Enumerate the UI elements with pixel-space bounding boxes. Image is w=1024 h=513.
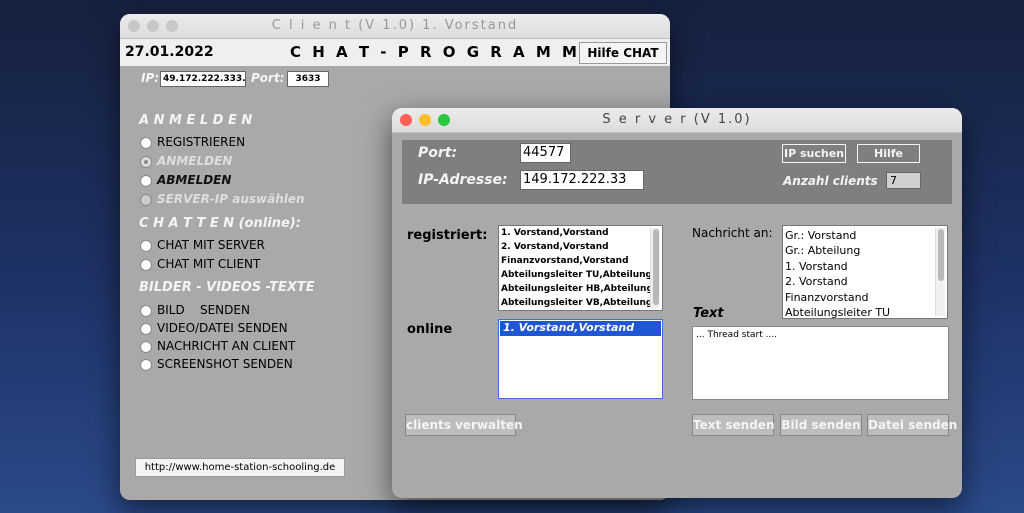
list-item[interactable]: 1. Vorstand,Vorstand <box>503 321 634 334</box>
server-ip-label: IP-Adresse: <box>418 172 508 188</box>
option-message-client-label[interactable]: NACHRICHT AN CLIENT <box>157 339 295 353</box>
list-item[interactable]: 2. Vorstand,Vorstand <box>501 242 609 252</box>
radio-login[interactable] <box>140 156 152 168</box>
server-titlebar[interactable]: S e r v e r (V 1.0) <box>392 108 962 133</box>
list-item[interactable]: 2. Vorstand <box>785 275 848 288</box>
list-item[interactable]: Abteilungsleiter TU,Abteilung <box>501 270 652 280</box>
client-titlebar[interactable]: C l i e n t (V 1.0) 1. Vorstand <box>120 14 670 39</box>
client-ip-label: IP: <box>141 71 160 85</box>
option-chat-client-label[interactable]: CHAT MIT CLIENT <box>157 257 260 271</box>
radio-screenshot[interactable] <box>140 359 152 371</box>
client-url-link[interactable]: http://www.home-station-schooling.de <box>135 458 345 477</box>
client-date: 27.01.2022 <box>125 44 214 60</box>
ip-search-button[interactable]: IP suchen <box>782 144 846 163</box>
section-login-heading: A N M E L D E N <box>139 113 253 128</box>
registered-label: registriert: <box>407 228 488 243</box>
clients-count-field: 7 <box>886 172 921 189</box>
list-item[interactable]: Finanzvorstand,Vorstand <box>501 256 629 266</box>
message-text-area[interactable]: ... Thread start .... <box>692 326 949 400</box>
client-help-button[interactable]: Hilfe CHAT <box>579 42 667 64</box>
client-port-field[interactable]: 3633 <box>287 71 329 87</box>
send-text-button[interactable]: Text senden <box>692 414 774 436</box>
radio-send-video[interactable] <box>140 323 152 335</box>
text-label: Text <box>693 306 724 321</box>
list-item[interactable]: Finanzvorstand <box>785 291 869 304</box>
section-chat-heading: C H A T T E N (online): <box>139 216 301 231</box>
server-help-button[interactable]: Hilfe <box>857 144 920 163</box>
server-port-label: Port: <box>418 145 458 161</box>
option-register-label[interactable]: REGISTRIEREN <box>157 135 245 149</box>
server-ip-field[interactable]: 149.172.222.33 <box>520 170 644 190</box>
option-screenshot-label[interactable]: SCREENSHOT SENDEN <box>157 357 293 371</box>
registered-scroll-thumb[interactable] <box>653 229 659 305</box>
option-server-ip-label[interactable]: SERVER-IP auswählen <box>157 192 305 206</box>
radio-server-ip[interactable] <box>140 194 152 206</box>
radio-chat-server[interactable] <box>140 240 152 252</box>
client-ip-field[interactable]: 49.172.222.333.45 <box>160 71 246 87</box>
recipients-list[interactable]: Gr.: Vorstand Gr.: Abteilung 1. Vorstand… <box>782 225 948 319</box>
radio-message-client[interactable] <box>140 341 152 353</box>
client-heading: C H A T - P R O G R A M M <box>290 43 580 61</box>
send-image-button[interactable]: Bild senden <box>780 414 862 436</box>
list-item[interactable]: 1. Vorstand <box>785 260 848 273</box>
list-item[interactable]: Abteilungsleiter HB,Abteilung <box>501 284 653 294</box>
list-item[interactable]: Abteilungsleiter VB,Abteilung <box>501 298 652 308</box>
option-logout-label[interactable]: ABMELDEN <box>157 173 231 187</box>
online-list[interactable]: 1. Vorstand,Vorstand <box>498 319 663 399</box>
radio-logout[interactable] <box>140 175 152 187</box>
list-item[interactable]: 1. Vorstand,Vorstand <box>501 228 609 238</box>
option-send-video-label[interactable]: VIDEO/DATEI SENDEN <box>157 321 288 335</box>
option-chat-server-label[interactable]: CHAT MIT SERVER <box>157 238 265 252</box>
list-item[interactable]: Abteilungsleiter TU <box>785 306 890 318</box>
message-to-label: Nachricht an: <box>692 226 773 240</box>
recipients-scroll-thumb[interactable] <box>938 229 944 281</box>
option-send-image-label[interactable]: BILD SENDEN <box>157 303 250 317</box>
list-item[interactable]: Gr.: Abteilung <box>785 244 860 257</box>
radio-send-image[interactable] <box>140 305 152 317</box>
list-item[interactable]: Gr.: Vorstand <box>785 229 856 242</box>
server-window: S e r v e r (V 1.0) Port: 44577 IP-Adres… <box>392 108 962 498</box>
option-login-label[interactable]: ANMELDEN <box>157 154 232 168</box>
manage-clients-button[interactable]: clients verwalten <box>405 414 523 436</box>
server-window-title: S e r v e r (V 1.0) <box>602 112 752 127</box>
client-window-title: C l i e n t (V 1.0) 1. Vorstand <box>271 18 519 33</box>
client-port-label: Port: <box>251 71 285 85</box>
radio-register[interactable] <box>140 137 152 149</box>
send-file-button[interactable]: Datei senden <box>867 414 957 436</box>
clients-count-label: Anzahl clients <box>783 174 878 188</box>
message-text-content[interactable]: ... Thread start .... <box>696 330 777 340</box>
radio-chat-client[interactable] <box>140 259 152 271</box>
section-media-heading: BILDER - VIDEOS -TEXTE <box>139 280 315 295</box>
registered-list[interactable]: 1. Vorstand,Vorstand 2. Vorstand,Vorstan… <box>498 225 663 311</box>
server-port-field[interactable]: 44577 <box>520 143 571 163</box>
online-label: online <box>407 322 453 337</box>
